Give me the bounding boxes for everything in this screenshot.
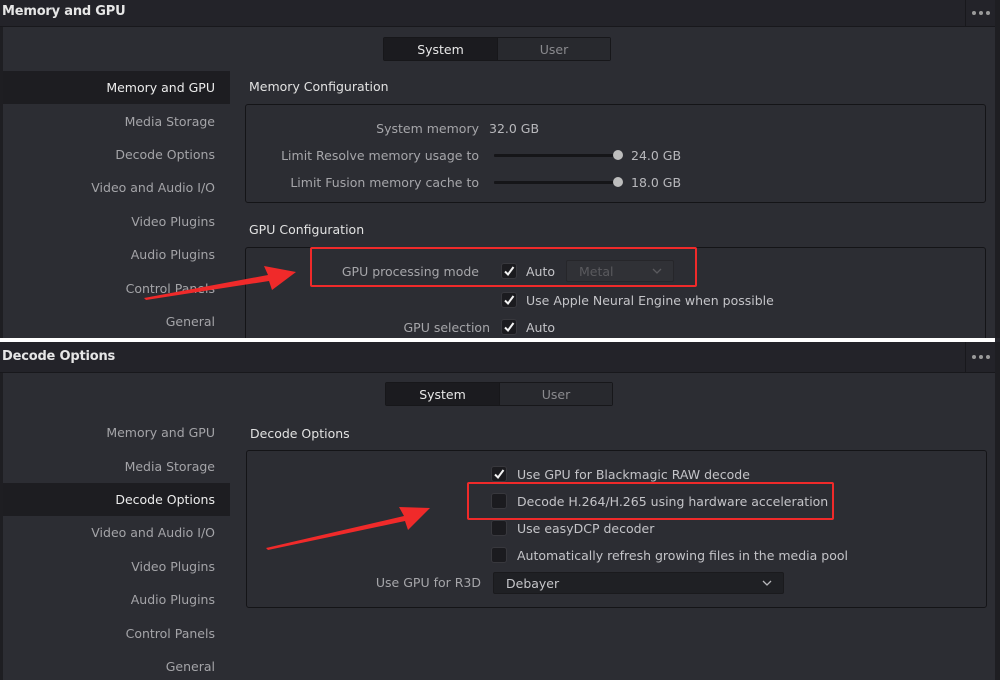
scrollbar[interactable] (995, 342, 1000, 680)
sidebar-item-general[interactable]: General (3, 305, 230, 338)
gpu-configuration-heading: GPU Configuration (249, 222, 365, 237)
decode-options-heading: Decode Options (250, 426, 350, 441)
more-icon-dot (978, 11, 983, 15)
neural-engine-label: Use Apple Neural Engine when possible (526, 292, 774, 308)
resolve-memory-slider[interactable] (494, 150, 623, 160)
panel-title: Decode Options (2, 349, 116, 364)
system-user-toggle: System User (383, 37, 611, 61)
sidebar-item-media-storage[interactable]: Media Storage (3, 104, 230, 137)
sidebar-item-video-plugins[interactable]: Video Plugins (3, 550, 230, 583)
easydcp-decoder-checkbox[interactable] (491, 520, 507, 536)
red-arrow-annotation (144, 266, 296, 300)
more-icon (971, 355, 976, 359)
sidebar-item-general[interactable]: General (3, 650, 230, 680)
more-icon-dot (985, 355, 990, 359)
more-options-button[interactable] (965, 342, 995, 372)
sidebar-item-control-panels[interactable]: Control Panels (3, 616, 230, 649)
chevron-down-icon (762, 580, 772, 586)
fusion-memory-slider[interactable] (494, 177, 623, 187)
tab-system[interactable]: System (384, 38, 497, 60)
slider-handle[interactable] (613, 177, 623, 187)
gpu-selection-auto-checkbox[interactable] (501, 319, 517, 335)
more-icon-dot (985, 11, 990, 15)
checkmark-icon (504, 322, 515, 333)
r3d-gpu-label: Use GPU for R3D (375, 574, 481, 590)
refresh-growing-files-checkbox[interactable] (491, 547, 507, 563)
memory-configuration-group: System memory 32.0 GB Limit Resolve memo… (245, 104, 986, 203)
highlight-box-gpu-processing (310, 247, 697, 287)
sidebar-item-video-plugins[interactable]: Video Plugins (3, 205, 230, 238)
checkmark-icon (494, 469, 505, 480)
panel-title: Memory and GPU (2, 4, 126, 19)
panel-titlebar: Decode Options (0, 342, 995, 373)
gpu-selection-label: GPU selection (403, 319, 490, 335)
preferences-sidebar: Memory and GPU Media Storage Decode Opti… (3, 416, 230, 680)
decode-options-panel: Decode Options System User Memory and GP… (0, 342, 1000, 680)
tab-system[interactable]: System (386, 383, 499, 405)
system-memory-label: System memory (376, 120, 479, 136)
sidebar-item-decode-options[interactable]: Decode Options (3, 482, 230, 517)
resolve-memory-value: 24.0 GB (631, 147, 682, 163)
resolve-memory-limit-label: Limit Resolve memory usage to (281, 147, 479, 163)
system-memory-value: 32.0 GB (489, 120, 540, 136)
braw-gpu-decode-label: Use GPU for Blackmagic RAW decode (517, 466, 750, 482)
tab-user[interactable]: User (499, 383, 612, 405)
braw-gpu-decode-checkbox[interactable] (491, 466, 507, 482)
more-icon-dot (978, 355, 983, 359)
neural-engine-checkbox[interactable] (501, 292, 517, 308)
easydcp-decoder-label: Use easyDCP decoder (517, 520, 655, 536)
more-icon (971, 11, 976, 15)
checkmark-icon (504, 295, 515, 306)
fusion-memory-limit-label: Limit Fusion memory cache to (290, 174, 479, 190)
r3d-gpu-dropdown[interactable]: Debayer (493, 572, 784, 594)
sidebar-item-decode-options[interactable]: Decode Options (3, 138, 230, 171)
panel-titlebar: Memory and GPU (0, 0, 995, 27)
tab-user[interactable]: User (497, 38, 610, 60)
sidebar-item-memory-and-gpu[interactable]: Memory and GPU (3, 71, 230, 105)
more-options-button[interactable] (965, 0, 995, 26)
refresh-growing-files-label: Automatically refresh growing files in t… (517, 547, 848, 563)
r3d-gpu-value: Debayer (506, 575, 560, 591)
scrollbar[interactable] (995, 0, 1000, 338)
system-user-toggle: System User (385, 382, 613, 406)
fusion-memory-value: 18.0 GB (631, 174, 682, 190)
memory-gpu-panel: Memory and GPU System User Memory and GP… (0, 0, 1000, 338)
sidebar-item-video-audio-io[interactable]: Video and Audio I/O (3, 516, 230, 549)
highlight-box-hardware-acceleration (467, 482, 834, 520)
memory-configuration-heading: Memory Configuration (249, 79, 389, 94)
sidebar-item-media-storage[interactable]: Media Storage (3, 449, 230, 482)
gpu-selection-auto-label: Auto (526, 319, 556, 335)
red-arrow-annotation (266, 507, 430, 550)
sidebar-item-audio-plugins[interactable]: Audio Plugins (3, 583, 230, 616)
sidebar-item-memory-and-gpu[interactable]: Memory and GPU (3, 416, 230, 449)
sidebar-item-video-audio-io[interactable]: Video and Audio I/O (3, 171, 230, 204)
slider-handle[interactable] (613, 150, 623, 160)
